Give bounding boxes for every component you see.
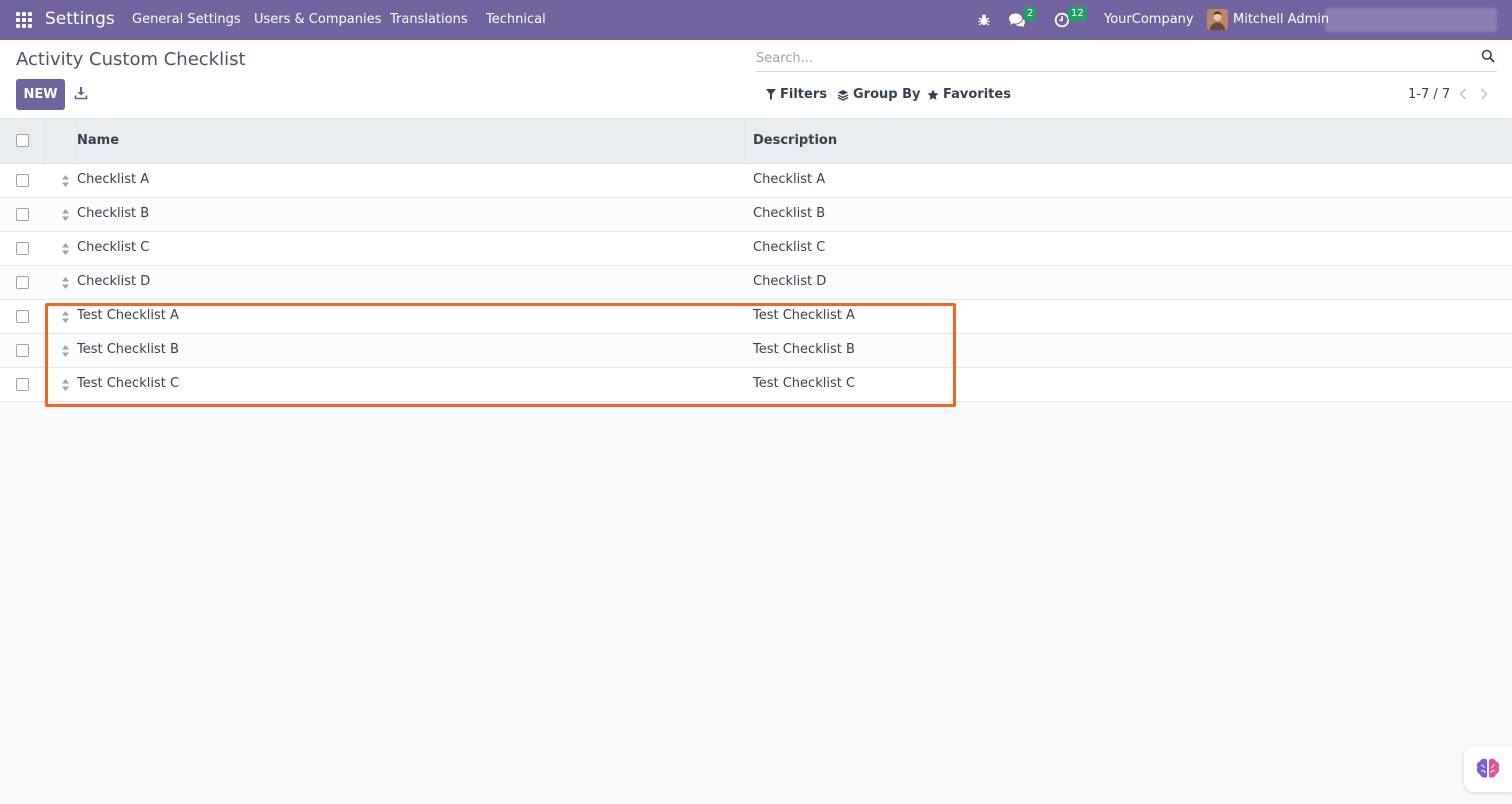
row-checkbox[interactable] [16,344,29,357]
cell-name[interactable]: Checklist B [77,206,149,221]
cell-description[interactable]: Checklist D [753,274,826,289]
menu-general-settings[interactable]: General Settings [132,12,241,27]
table-row[interactable]: Test Checklist A Test Checklist A [0,300,1512,334]
star-icon [927,89,939,100]
search-input[interactable] [756,48,1456,68]
cell-description[interactable]: Checklist C [753,240,825,255]
bug-icon[interactable] [975,11,993,29]
table-row[interactable]: Test Checklist B Test Checklist B [0,334,1512,368]
blurred-area [1325,8,1497,32]
chevron-left-icon[interactable] [1456,86,1470,102]
user-menu[interactable]: Mitchell Admin [1233,12,1329,27]
filter-icon [766,89,776,100]
activities-badge: 12 [1068,7,1087,21]
cell-description[interactable]: Test Checklist B [753,342,855,357]
cell-name[interactable]: Test Checklist A [77,308,179,323]
column-header-description[interactable]: Description [753,133,837,148]
chevron-right-icon[interactable] [1477,86,1491,102]
table-row[interactable]: Test Checklist C Test Checklist C [0,368,1512,402]
filters-button[interactable]: Filters [766,87,827,102]
list-header: Name Description [0,119,1512,164]
list-view: Name Description Checklist A Checklist AC… [0,119,1512,402]
drag-handle-icon[interactable] [61,208,70,222]
header-divider [73,119,74,164]
table-row[interactable]: Checklist C Checklist C [0,232,1512,266]
brain-assistant-icon[interactable] [1464,746,1512,792]
menu-translations[interactable]: Translations [390,12,468,27]
cell-description[interactable]: Test Checklist C [753,376,855,391]
favorites-button[interactable]: Favorites [927,87,1011,102]
drag-handle-icon[interactable] [61,242,70,256]
row-checkbox[interactable] [16,310,29,323]
drag-handle-icon[interactable] [61,310,70,324]
search-icon[interactable] [1481,49,1497,65]
row-checkbox[interactable] [16,242,29,255]
table-row[interactable]: Checklist B Checklist B [0,198,1512,232]
page-title: Activity Custom Checklist [16,49,246,70]
cell-name[interactable]: Test Checklist B [77,342,179,357]
column-header-name[interactable]: Name [77,133,119,148]
company-switcher[interactable]: YourCompany [1104,12,1194,27]
avatar[interactable] [1207,9,1228,30]
search-box [756,46,1497,72]
drag-handle-icon[interactable] [61,344,70,358]
table-row[interactable]: Checklist A Checklist A [0,164,1512,198]
drag-handle-icon[interactable] [61,378,70,392]
row-checkbox[interactable] [16,276,29,289]
drag-handle-icon[interactable] [61,276,70,290]
top-navbar: Settings General Settings Users & Compan… [0,0,1512,40]
messages-badge: 2 [1024,7,1037,21]
control-panel: Activity Custom Checklist NEW Filters Gr… [0,40,1512,119]
header-divider [749,119,750,164]
row-checkbox[interactable] [16,174,29,187]
header-divider [40,119,41,164]
group-by-label: Group By [853,87,921,102]
favorites-label: Favorites [943,87,1011,102]
app-name[interactable]: Settings [45,9,115,29]
download-icon[interactable] [74,86,90,102]
layers-icon [837,89,849,101]
row-checkbox[interactable] [16,378,29,391]
apps-grid-icon[interactable] [16,12,32,28]
cell-name[interactable]: Checklist A [77,172,149,187]
cell-name[interactable]: Checklist D [77,274,150,289]
table-row[interactable]: Checklist D Checklist D [0,266,1512,300]
cell-description[interactable]: Checklist A [753,172,825,187]
pager-value[interactable]: 1-7 / 7 [1408,87,1450,102]
cell-description[interactable]: Checklist B [753,206,825,221]
menu-users-companies[interactable]: Users & Companies [254,12,381,27]
select-all-checkbox[interactable] [16,134,29,147]
drag-handle-icon[interactable] [61,174,70,188]
group-by-button[interactable]: Group By [837,87,920,102]
menu-technical[interactable]: Technical [486,12,546,27]
cell-name[interactable]: Test Checklist C [77,376,179,391]
filters-label: Filters [780,87,827,102]
new-button[interactable]: NEW [16,79,65,110]
list-body: Checklist A Checklist A Checklist B Checkli… [0,164,1512,402]
cell-name[interactable]: Checklist C [77,240,149,255]
cell-description[interactable]: Test Checklist A [753,308,855,323]
row-checkbox[interactable] [16,208,29,221]
